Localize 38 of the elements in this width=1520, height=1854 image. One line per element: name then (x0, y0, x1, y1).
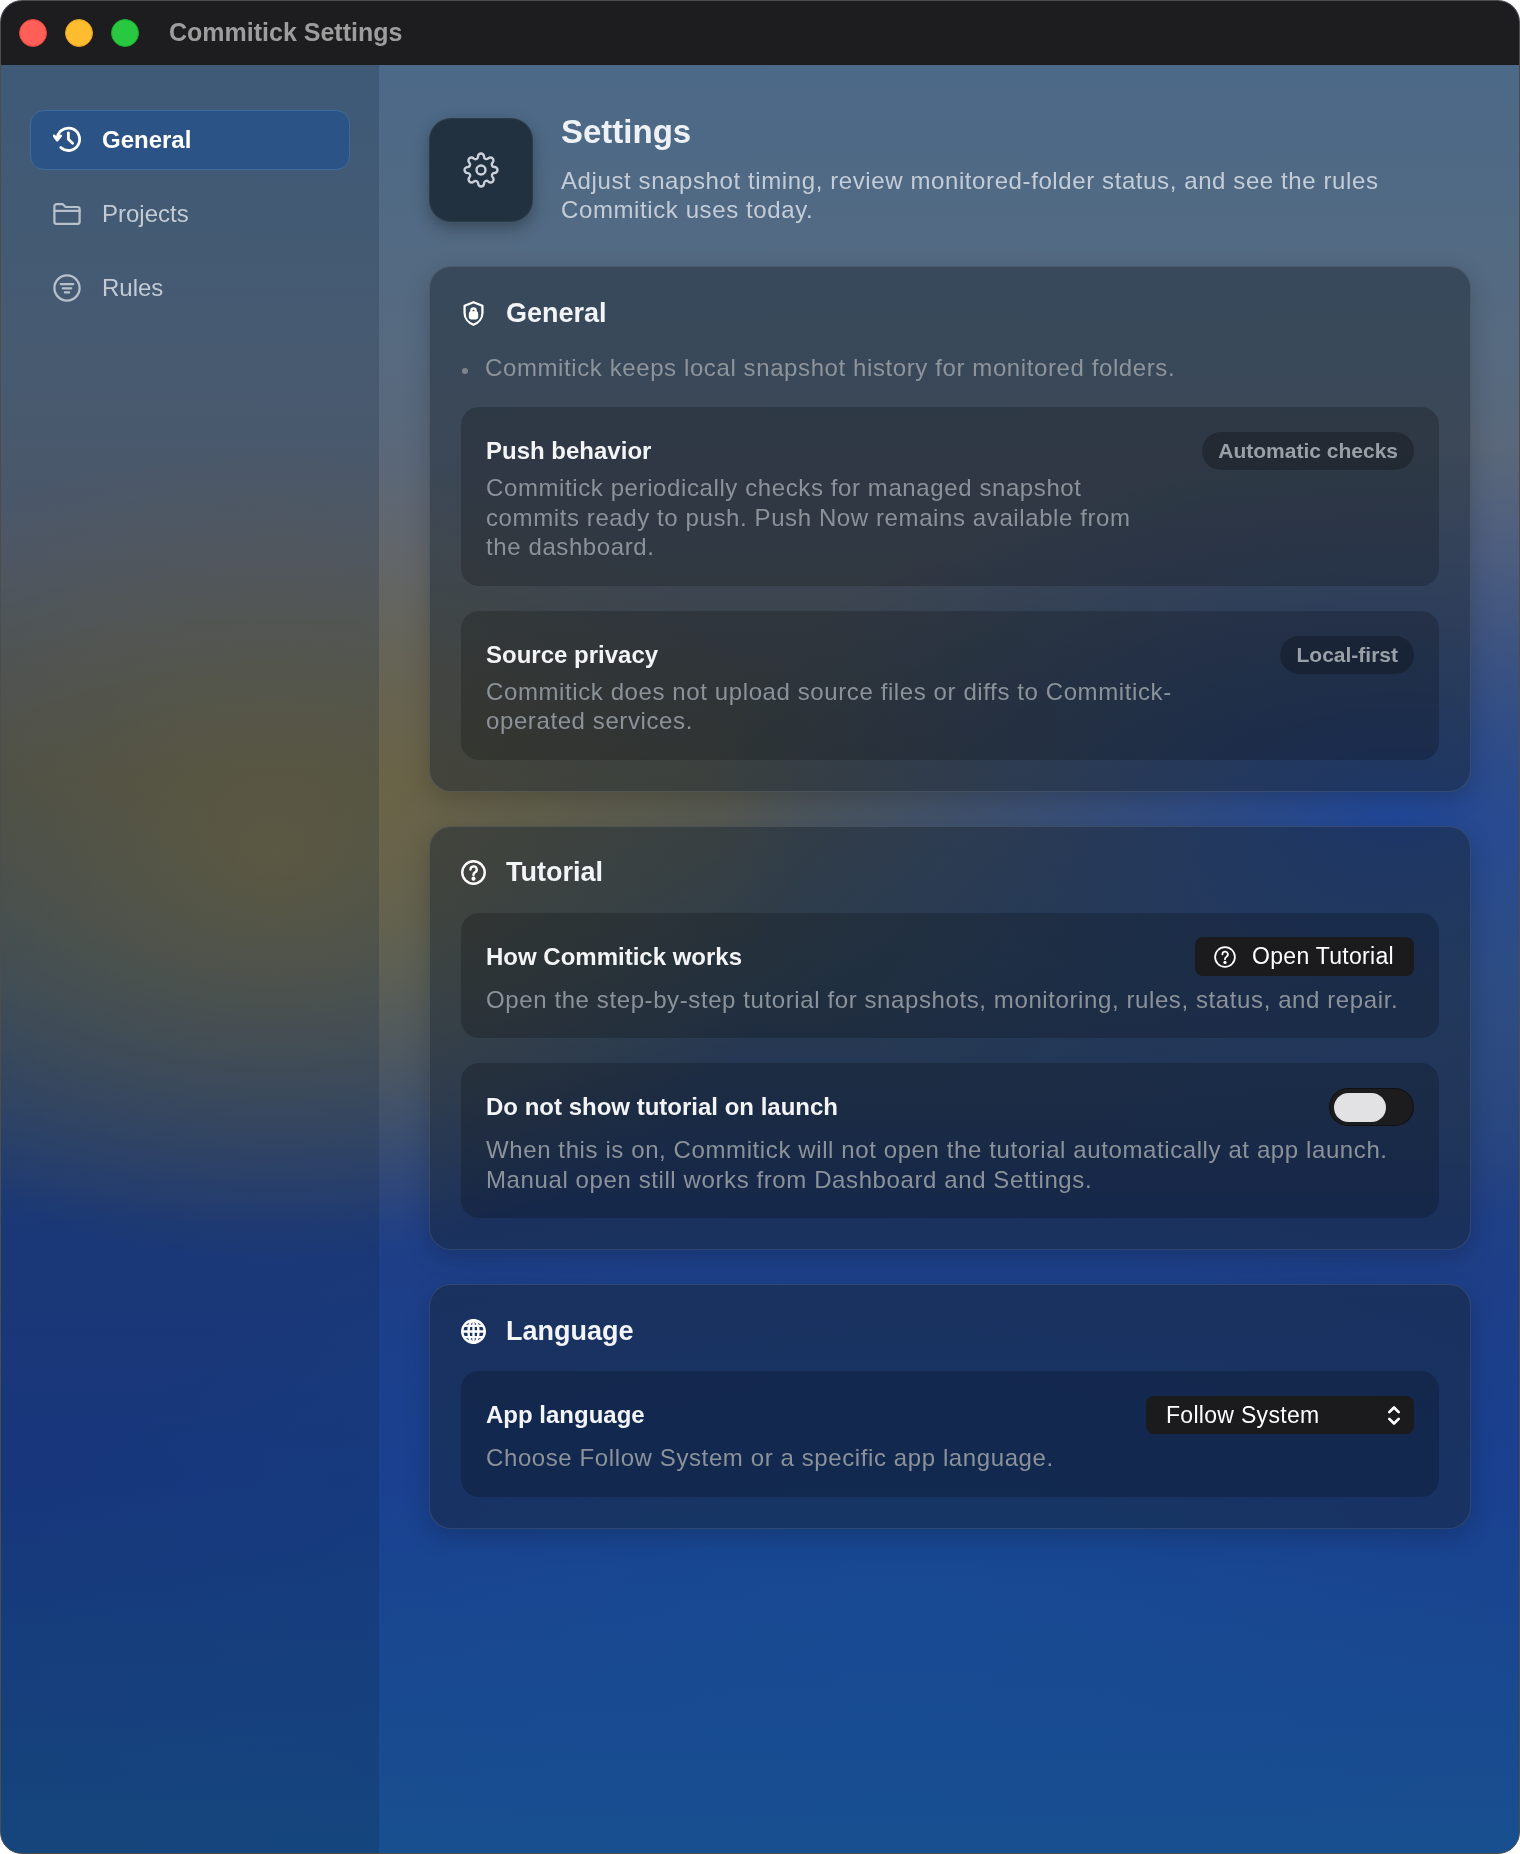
section-title: Language (506, 1314, 634, 1348)
setting-title: How Commitick works (486, 941, 743, 972)
settings-gear-icon (429, 118, 533, 222)
history-icon (53, 126, 81, 154)
language-select[interactable]: Follow System (1146, 1396, 1414, 1434)
setting-description: When this is on, Commitick will not open the tutorial automatically at app launch. Manual open still works from Dashboard and Settings. (486, 1135, 1389, 1194)
page-description: Adjust snapshot timing, review monitored-folder status, and see the rules Commitick uses today. (561, 166, 1380, 224)
close-button[interactable] (19, 19, 47, 47)
bullet-icon (462, 368, 468, 374)
section-title: General (506, 296, 607, 330)
toggle-switch[interactable] (1329, 1088, 1414, 1126)
chevron-up-down-icon (1388, 1405, 1400, 1425)
setting-title: Do not show tutorial on launch (486, 1092, 838, 1122)
sidebar-item[interactable]: Rules (30, 258, 350, 318)
setting-title: App language (486, 1400, 645, 1430)
setting-description: Commitick periodically checks for managed snapshot commits ready to push. Push Now remains available from the dashboard. (486, 473, 1132, 562)
status-badge: Local-first (1280, 635, 1414, 674)
setting-description: Open the step-by-step tutorial for snapshots, monitoring, rules, status, and repair. (486, 984, 1400, 1014)
question-circle-icon (1214, 945, 1236, 968)
zoom-button[interactable] (111, 19, 139, 47)
sidebar-item[interactable]: General (30, 110, 350, 170)
window-title: Commitick Settings (169, 17, 403, 49)
setting-description: Choose Follow System or a specific app language. (486, 1443, 1055, 1473)
setting-title: Push behavior (486, 436, 653, 466)
question-circle-icon (461, 860, 486, 885)
folder-icon (53, 200, 81, 228)
list-circle-icon (53, 274, 81, 302)
minimize-button[interactable] (65, 19, 93, 47)
setting-description: Commitick does not upload source files or diffs to Commitick-operated services. (486, 676, 1173, 736)
section-title: Tutorial (506, 856, 603, 890)
tutorial-button[interactable]: Open Tutorial (1195, 937, 1414, 976)
sidebar-item[interactable]: Projects (30, 184, 350, 244)
page-title: Settings (561, 113, 693, 151)
status-badge: Automatic checks (1202, 432, 1414, 470)
shield-lock-icon (461, 300, 486, 326)
globe-icon (461, 1318, 486, 1344)
section-note: Commitick keeps local snapshot history for monitored folders. (485, 353, 1176, 383)
setting-title: Source privacy (486, 639, 660, 670)
